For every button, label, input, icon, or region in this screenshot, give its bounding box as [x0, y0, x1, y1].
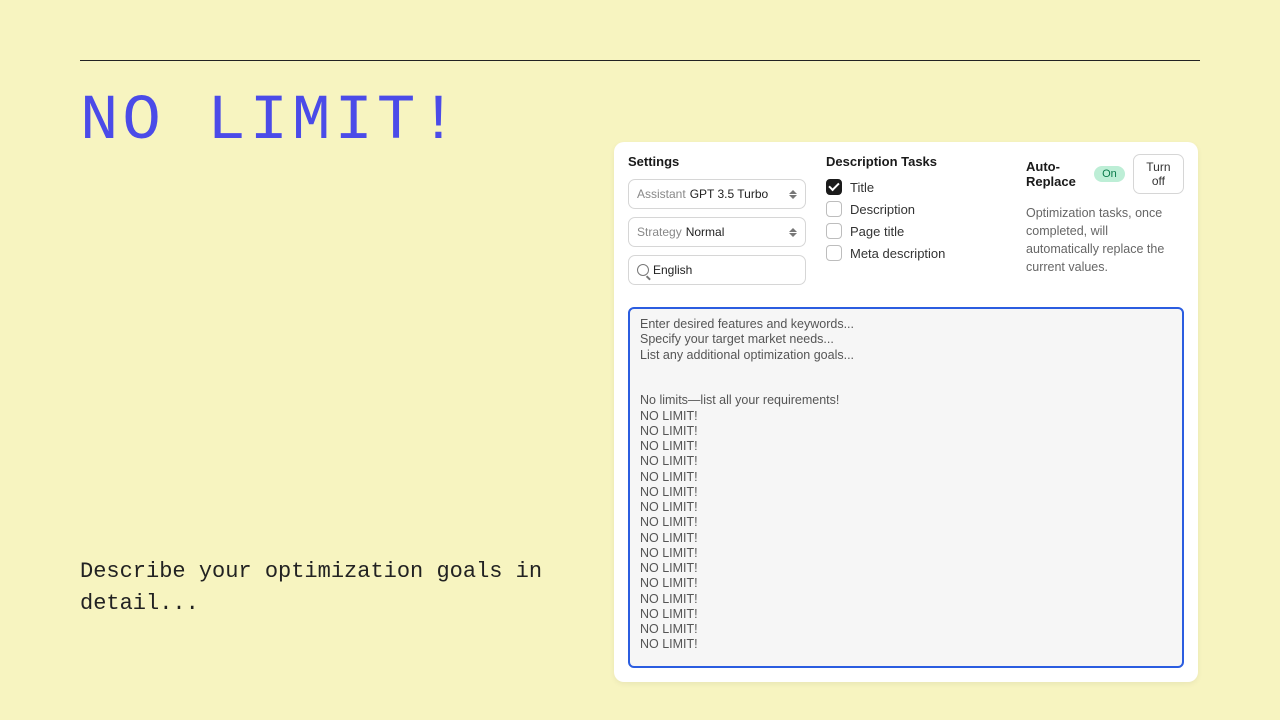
- auto-replace-status-badge: On: [1094, 166, 1125, 182]
- chevron-updown-icon: [789, 188, 797, 200]
- top-divider: [80, 60, 1200, 61]
- checkbox-icon: [826, 223, 842, 239]
- task-label: Description: [850, 202, 915, 217]
- auto-replace-label: Auto-Replace: [1026, 159, 1086, 189]
- chevron-updown-icon: [789, 226, 797, 238]
- language-select-value: English: [653, 263, 692, 277]
- subtitle-text: Describe your optimization goals in deta…: [80, 556, 600, 620]
- checkbox-icon: [826, 245, 842, 261]
- task-checkbox-row[interactable]: Page title: [826, 223, 1006, 239]
- optimization-textarea-wrap: [628, 307, 1184, 668]
- auto-replace-description: Optimization tasks, once completed, will…: [1026, 204, 1184, 277]
- turn-off-button[interactable]: Turn off: [1133, 154, 1184, 194]
- settings-heading: Settings: [628, 154, 806, 169]
- assistant-select[interactable]: Assistant GPT 3.5 Turbo: [628, 179, 806, 209]
- settings-column: Settings Assistant GPT 3.5 Turbo Strateg…: [628, 154, 806, 293]
- checkbox-icon: [826, 179, 842, 195]
- assistant-select-value: GPT 3.5 Turbo: [690, 187, 769, 201]
- auto-replace-column: Auto-Replace On Turn off Optimization ta…: [1026, 154, 1184, 293]
- strategy-select-label: Strategy: [637, 225, 682, 239]
- tasks-column: Description Tasks Title Description Page t…: [826, 154, 1006, 293]
- strategy-select[interactable]: Strategy Normal: [628, 217, 806, 247]
- search-icon: [637, 264, 649, 276]
- task-label: Page title: [850, 224, 904, 239]
- assistant-select-label: Assistant: [637, 187, 686, 201]
- settings-panel: Settings Assistant GPT 3.5 Turbo Strateg…: [614, 142, 1198, 682]
- language-select[interactable]: English: [628, 255, 806, 285]
- optimization-textarea[interactable]: [632, 311, 1180, 659]
- task-checkbox-row[interactable]: Meta description: [826, 245, 1006, 261]
- tasks-heading: Description Tasks: [826, 154, 1006, 169]
- task-checkbox-row[interactable]: Description: [826, 201, 1006, 217]
- task-label: Title: [850, 180, 874, 195]
- strategy-select-value: Normal: [686, 225, 725, 239]
- checkbox-icon: [826, 201, 842, 217]
- task-label: Meta description: [850, 246, 945, 261]
- task-checkbox-row[interactable]: Title: [826, 179, 1006, 195]
